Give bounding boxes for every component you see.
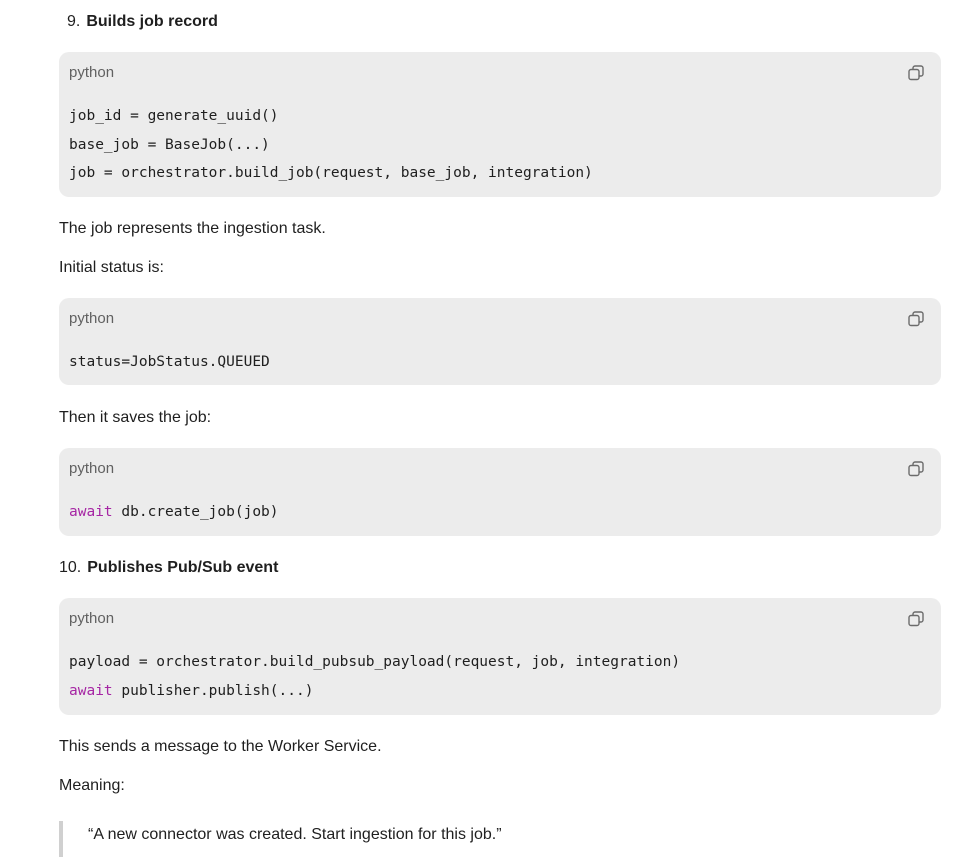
code-line: await publisher.publish(...) xyxy=(69,681,680,710)
paragraph: The job represents the ingestion task. xyxy=(59,220,326,237)
code-line: base_job = BaseJob(...) xyxy=(69,135,593,164)
code-token: job_id = generate_uuid() xyxy=(69,108,279,124)
code-language-label: python xyxy=(69,310,115,327)
code-language-label: python xyxy=(69,610,115,627)
step-number: 10. xyxy=(59,559,82,576)
step-heading-9: 9. Builds job record xyxy=(67,11,218,33)
paragraph: This sends a message to the Worker Servi… xyxy=(59,738,382,755)
code-token: db.create_job(job) xyxy=(112,504,279,520)
code-lines: payload = orchestrator.build_pubsub_payl… xyxy=(69,652,680,709)
copy-icon xyxy=(908,461,924,477)
code-language-label: python xyxy=(69,460,115,477)
code-token: base_job = BaseJob(...) xyxy=(69,136,270,153)
copy-code-button[interactable] xyxy=(907,610,925,628)
code-line: job_id = generate_uuid() xyxy=(69,106,593,135)
code-block-save-job: python await db.create_job(job) xyxy=(59,448,941,536)
copy-code-button[interactable] xyxy=(907,460,925,478)
blockquote: “A new connector was created. Start inge… xyxy=(59,821,945,857)
code-language-label: python xyxy=(69,64,115,81)
paragraph: Initial status is: xyxy=(59,259,164,276)
paragraph: Meaning: xyxy=(59,777,125,794)
step-title: Builds job record xyxy=(86,13,218,30)
code-line: await db.create_job(job) xyxy=(69,502,279,531)
copy-icon xyxy=(908,611,924,627)
copy-code-button[interactable] xyxy=(907,310,925,328)
code-keyword: await xyxy=(69,682,113,699)
code-line: job = orchestrator.build_job(request, ba… xyxy=(69,163,593,192)
code-token: publisher.publish(...) xyxy=(112,682,314,699)
copy-icon xyxy=(908,311,924,327)
copy-icon xyxy=(908,65,924,81)
blockquote-text: “A new connector was created. Start inge… xyxy=(88,826,502,843)
code-keyword: await xyxy=(69,504,113,520)
code-block-status: python status=JobStatus.QUEUED xyxy=(59,298,941,385)
code-lines: status=JobStatus.QUEUED xyxy=(69,352,270,381)
code-token: status=JobStatus.QUEUED xyxy=(69,354,270,370)
paragraph: Then it saves the job: xyxy=(59,409,212,426)
copy-code-button[interactable] xyxy=(907,64,925,82)
code-token: job = orchestrator.build_job(request, ba… xyxy=(69,165,593,182)
code-block-publish: python payload = orchestrator.build_pubs… xyxy=(59,598,941,715)
step-title: Publishes Pub/Sub event xyxy=(87,559,279,576)
code-lines: job_id = generate_uuid() base_job = BaseJ… xyxy=(69,106,593,192)
code-lines: await db.create_job(job) xyxy=(69,502,279,531)
code-token: payload = orchestrator.build_pubsub_payl… xyxy=(69,654,681,670)
code-block-build-job: python job_id = generate_uuid() base_job … xyxy=(59,52,941,197)
step-heading-10: 10. Publishes Pub/Sub event xyxy=(59,557,278,579)
code-line: payload = orchestrator.build_pubsub_payl… xyxy=(69,652,680,681)
step-number: 9. xyxy=(67,13,81,30)
code-line: status=JobStatus.QUEUED xyxy=(69,352,270,381)
